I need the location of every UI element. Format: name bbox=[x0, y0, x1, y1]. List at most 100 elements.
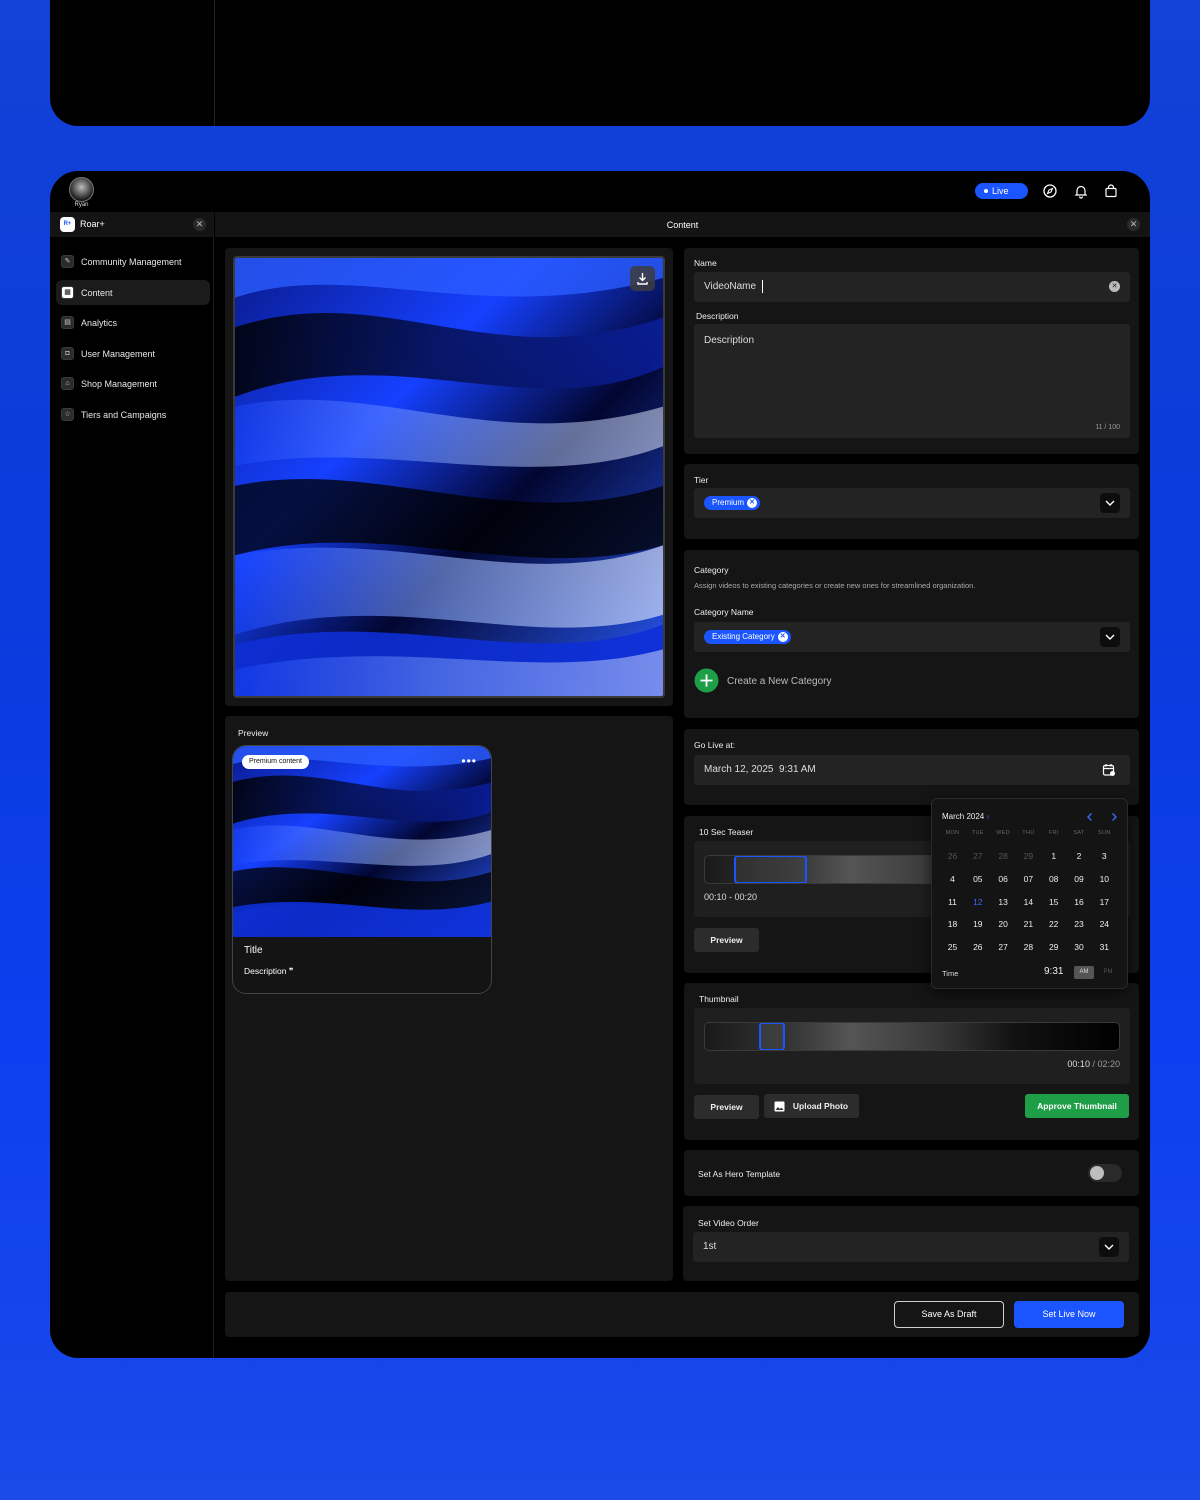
category-chip[interactable]: Existing Category ✕ bbox=[704, 630, 791, 644]
calendar-day[interactable]: 12 bbox=[965, 897, 990, 907]
thumbnail-panel: Thumbnail 00:10 / 02:20 Preview Upload P… bbox=[684, 983, 1139, 1140]
calendar-day[interactable]: 08 bbox=[1041, 874, 1066, 884]
calendar-day[interactable]: 29 bbox=[1041, 942, 1066, 952]
compass-icon[interactable] bbox=[1042, 183, 1058, 199]
approve-thumbnail-button[interactable]: Approve Thumbnail bbox=[1025, 1094, 1129, 1118]
media-panel bbox=[225, 248, 673, 706]
calendar-day[interactable]: 26 bbox=[965, 942, 990, 952]
calendar-day[interactable]: 09 bbox=[1067, 874, 1092, 884]
calendar-day[interactable]: 28 bbox=[1016, 942, 1041, 952]
calendar-day[interactable]: 26 bbox=[940, 851, 965, 861]
calendar-day[interactable]: 05 bbox=[965, 874, 990, 884]
calendar-month[interactable]: March 2024 › bbox=[942, 812, 989, 821]
tier-dropdown-button[interactable] bbox=[1100, 493, 1120, 513]
calendar-day[interactable]: 11 bbox=[940, 897, 965, 907]
content-close-icon[interactable]: ✕ bbox=[1127, 218, 1140, 231]
sidebar-item-analytics[interactable]: ▤ Analytics bbox=[56, 310, 210, 335]
calendar-day[interactable]: 23 bbox=[1067, 919, 1092, 929]
calendar-day[interactable]: 27 bbox=[965, 851, 990, 861]
sidebar-item-label: Content bbox=[81, 287, 113, 298]
am-button[interactable]: AM bbox=[1074, 966, 1094, 979]
remove-category-icon[interactable]: ✕ bbox=[777, 632, 788, 642]
calendar-day[interactable]: 14 bbox=[1016, 897, 1041, 907]
calendar-day[interactable]: 10 bbox=[1092, 874, 1117, 884]
category-dropdown-button[interactable] bbox=[1100, 627, 1120, 647]
video-order-value: 1st bbox=[703, 1241, 717, 1252]
pm-button[interactable]: PM bbox=[1098, 966, 1118, 979]
sidebar-item-label: Shop Management bbox=[81, 379, 158, 389]
category-help-text: Assign videos to existing categories or … bbox=[694, 581, 976, 590]
calendar-day[interactable]: 27 bbox=[991, 942, 1016, 952]
calendar-day[interactable]: 24 bbox=[1092, 919, 1117, 929]
upload-photo-button[interactable]: Upload Photo bbox=[764, 1094, 859, 1118]
teaser-preview-button[interactable]: Preview bbox=[694, 928, 759, 952]
divider bbox=[214, 0, 215, 126]
name-field[interactable]: VideoName ✕ bbox=[694, 272, 1130, 302]
create-category-button[interactable]: Create a New Category bbox=[694, 668, 894, 694]
sidebar-item-community-management[interactable]: ✎ Community Management bbox=[56, 249, 210, 274]
calendar-day[interactable]: 25 bbox=[940, 942, 965, 952]
calendar-day[interactable]: 1 bbox=[1041, 851, 1066, 861]
category-name-label: Category Name bbox=[694, 607, 754, 617]
sidebar-item-tiers-and-campaigns[interactable]: ☆ Tiers and Campaigns bbox=[56, 402, 210, 427]
calendar-day[interactable]: 28 bbox=[991, 851, 1016, 861]
calendar-day[interactable]: 30 bbox=[1067, 942, 1092, 952]
time-value[interactable]: 9:31 bbox=[1044, 966, 1063, 977]
toggle-knob bbox=[1090, 1166, 1104, 1180]
more-options-icon[interactable]: ••• bbox=[461, 754, 477, 768]
live-status-button[interactable]: Live bbox=[975, 183, 1028, 199]
sidebar-item-user-management[interactable]: ◘ User Management bbox=[56, 341, 210, 366]
calendar-day[interactable]: 22 bbox=[1041, 919, 1066, 929]
calendar-day[interactable]: 06 bbox=[991, 874, 1016, 884]
tier-chip[interactable]: Premium ✕ bbox=[704, 496, 761, 510]
shop-icon: ⌂ bbox=[61, 377, 74, 390]
set-live-now-button[interactable]: Set Live Now bbox=[1014, 1301, 1124, 1328]
calendar-day[interactable]: 20 bbox=[991, 919, 1016, 929]
chevron-right-icon[interactable] bbox=[1109, 812, 1119, 822]
clear-name-icon[interactable]: ✕ bbox=[1109, 281, 1120, 292]
video-order-select[interactable]: 1st bbox=[693, 1232, 1129, 1262]
video-order-dropdown-button[interactable] bbox=[1099, 1237, 1119, 1257]
description-textarea[interactable]: Description 11 / 100 bbox=[694, 324, 1130, 438]
calendar-day[interactable]: 13 bbox=[991, 897, 1016, 907]
save-draft-button[interactable]: Save As Draft bbox=[894, 1301, 1004, 1328]
calendar-day[interactable]: 2 bbox=[1067, 851, 1092, 861]
thumbnail-filmstrip[interactable] bbox=[704, 1022, 1120, 1051]
tier-select[interactable]: Premium ✕ bbox=[694, 488, 1130, 518]
time-label: Time bbox=[942, 969, 959, 978]
chevron-left-icon[interactable] bbox=[1085, 812, 1095, 822]
calendar-day[interactable]: 07 bbox=[1016, 874, 1041, 884]
name-label: Name bbox=[694, 258, 717, 268]
shopping-bag-icon[interactable] bbox=[1103, 183, 1119, 199]
calendar-day[interactable]: 3 bbox=[1092, 851, 1117, 861]
teaser-range-handle[interactable] bbox=[734, 856, 807, 883]
thumbnail-preview-button[interactable]: Preview bbox=[694, 1095, 759, 1119]
hero-template-toggle[interactable] bbox=[1088, 1164, 1122, 1182]
calendar-day[interactable]: 4 bbox=[940, 874, 965, 884]
avatar[interactable] bbox=[69, 177, 94, 202]
category-select[interactable]: Existing Category ✕ bbox=[694, 622, 1130, 652]
calendar-day[interactable]: 18 bbox=[940, 919, 965, 929]
brand-bar: R+ Roar+ ✕ bbox=[50, 212, 214, 237]
go-live-input[interactable]: March 12, 2025 9:31 AM bbox=[694, 755, 1130, 785]
calendar-day[interactable]: 21 bbox=[1016, 919, 1041, 929]
sidebar-item-shop-management[interactable]: ⌂ Shop Management bbox=[56, 371, 210, 396]
thumbnail-frame-handle[interactable] bbox=[759, 1023, 785, 1050]
calendar-day[interactable]: 29 bbox=[1016, 851, 1041, 861]
video-media[interactable] bbox=[233, 256, 665, 698]
sidebar-close-icon[interactable]: ✕ bbox=[193, 218, 206, 231]
thumbnail-total-time: / 02:20 bbox=[1092, 1059, 1120, 1069]
calendar-day[interactable]: 17 bbox=[1092, 897, 1117, 907]
calendar-icon[interactable] bbox=[1102, 763, 1116, 777]
go-live-label: Go Live at: bbox=[694, 740, 736, 750]
calendar-day[interactable]: 19 bbox=[965, 919, 990, 929]
calendar-day[interactable]: 15 bbox=[1041, 897, 1066, 907]
upload-photo-label: Upload Photo bbox=[792, 1101, 849, 1111]
calendar-day[interactable]: 16 bbox=[1067, 897, 1092, 907]
content-card[interactable]: Premium content ••• Title Description ❞ bbox=[232, 745, 492, 994]
sidebar-item-content[interactable]: ▦ Content bbox=[56, 279, 210, 305]
bell-icon[interactable] bbox=[1073, 183, 1089, 199]
calendar-day[interactable]: 31 bbox=[1092, 942, 1117, 952]
remove-tier-icon[interactable]: ✕ bbox=[747, 498, 758, 508]
download-button[interactable] bbox=[630, 266, 655, 291]
